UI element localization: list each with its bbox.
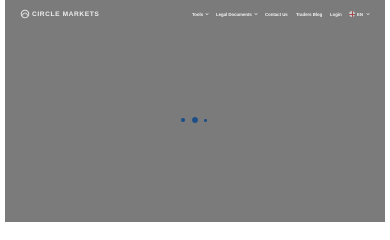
loading-overlay: CIRCLE MARKETS Tools Legal Documents Con	[5, 0, 385, 222]
loading-dots-icon	[5, 0, 385, 222]
loading-dot	[181, 118, 185, 122]
loading-dot	[192, 117, 198, 123]
loading-dot	[204, 118, 207, 122]
page: CIRCLE MARKETS Tools Legal Documents Con	[0, 0, 390, 240]
